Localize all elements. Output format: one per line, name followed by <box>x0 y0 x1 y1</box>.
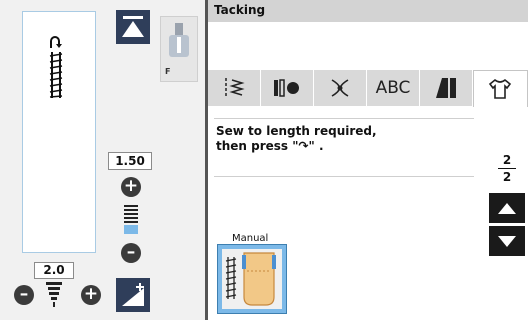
stitch-width-minus-button[interactable]: – <box>14 285 34 305</box>
tab-utility-stitch[interactable] <box>208 70 261 106</box>
tacking-stitch-icon <box>49 52 63 98</box>
stitch-width-plus-button[interactable]: + <box>81 285 101 305</box>
page-total: 2 <box>502 170 512 184</box>
instruction-line-1: Sew to length required, <box>216 124 377 138</box>
tab-decorative[interactable] <box>314 70 367 106</box>
stitch-width-value: 2.0 <box>34 262 74 279</box>
presser-foot-indicator: F <box>160 16 198 82</box>
presser-foot-icon <box>169 23 189 57</box>
left-panel: F 1.50 + – 2.0 – + <box>0 0 205 320</box>
instruction-line-2: then press "↷" . <box>216 139 324 153</box>
presser-foot-letter: F <box>165 67 171 76</box>
content-top-rule <box>214 118 474 119</box>
arrow-up-icon <box>498 203 516 214</box>
tab-buttonhole[interactable] <box>261 70 314 106</box>
stitch-width-icon <box>46 282 62 307</box>
page-current: 2 <box>502 153 512 167</box>
stitch-length-minus-button[interactable]: – <box>121 243 141 263</box>
page-down-button[interactable] <box>489 226 525 256</box>
manual-tacking-pattern-button[interactable] <box>217 244 287 314</box>
fraction-bar <box>498 168 516 169</box>
tab-alphabet[interactable]: ABC <box>367 70 420 106</box>
stitch-length-plus-button[interactable]: + <box>121 177 141 197</box>
stitch-length-icon <box>124 205 138 234</box>
tension-ramp-icon <box>122 283 144 306</box>
tab-satin[interactable] <box>420 70 473 106</box>
needle-up-icon <box>122 16 144 37</box>
utility-stitch-icon <box>225 78 245 98</box>
shirt-icon <box>488 78 512 99</box>
reverse-arrow-icon <box>50 36 62 48</box>
pattern-label: Manual <box>232 233 269 244</box>
tab-alphabet-label: ABC <box>375 78 411 98</box>
satin-stitch-icon <box>436 78 456 98</box>
pattern-inner <box>222 249 282 309</box>
needle-position-button[interactable] <box>116 10 150 44</box>
arrow-down-icon <box>498 236 516 247</box>
page-title: Tacking <box>214 3 266 17</box>
title-bar: Tacking <box>208 0 528 22</box>
buttonhole-icon <box>274 79 299 97</box>
decorative-stitch-icon <box>331 79 349 97</box>
tension-button[interactable] <box>116 278 150 312</box>
content-bottom-rule <box>214 176 474 177</box>
page-up-button[interactable] <box>489 193 525 223</box>
page-indicator: 2 2 <box>496 153 518 184</box>
tab-garment[interactable] <box>473 70 528 107</box>
pocket-tack-icon <box>225 252 276 306</box>
stitch-category-tabs: ABC <box>208 70 528 107</box>
instruction-message: Sew to length required, then press "↷" . <box>216 124 456 154</box>
stitch-length-value: 1.50 <box>108 152 152 170</box>
